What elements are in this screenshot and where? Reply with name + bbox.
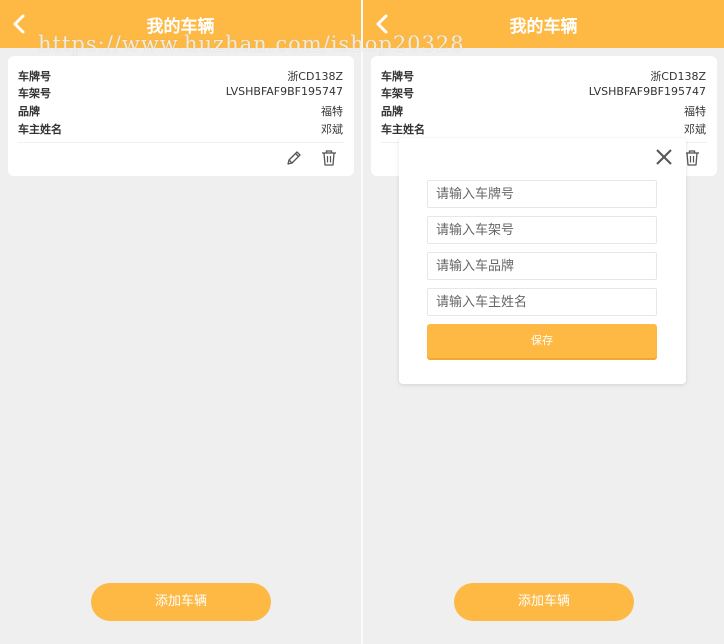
vin-value: LVSHBFAF9BF195747 <box>225 85 343 98</box>
row-owner: 车主姓名 邓斌 <box>381 119 706 137</box>
trash-icon[interactable] <box>319 148 339 168</box>
vin-label: 车架号 <box>381 87 414 100</box>
row-plate: 车牌号 浙CD138Z <box>381 66 706 84</box>
add-vehicle-button[interactable]: 添加车辆 <box>91 583 271 621</box>
vehicle-card: 车牌号 浙CD138Z 车架号 LVSHBFAF9BF195747 品牌 福特 … <box>8 56 354 176</box>
edit-vehicle-modal: 保存 <box>399 138 686 384</box>
close-icon[interactable] <box>653 146 675 168</box>
owner-value: 邓斌 <box>684 123 706 136</box>
row-vin: 车架号 LVSHBFAF9BF195747 <box>381 83 706 101</box>
brand-label: 品牌 <box>18 105 40 118</box>
vin-value: LVSHBFAF9BF195747 <box>588 85 706 98</box>
row-plate: 车牌号 浙CD138Z <box>18 66 343 84</box>
plate-label: 车牌号 <box>18 70 51 83</box>
brand-value: 福特 <box>684 105 706 118</box>
pencil-icon[interactable] <box>284 148 304 168</box>
edit-vehicle-screen: 我的车辆 车牌号 浙CD138Z 车架号 LVSHBFAF9BF195747 品… <box>363 0 724 644</box>
row-owner: 车主姓名 邓斌 <box>18 119 343 137</box>
plate-value: 浙CD138Z <box>287 70 343 83</box>
owner-value: 邓斌 <box>321 123 343 136</box>
owner-label: 车主姓名 <box>18 123 62 136</box>
plate-label: 车牌号 <box>381 70 414 83</box>
plate-value: 浙CD138Z <box>650 70 706 83</box>
owner-name-input[interactable] <box>427 288 657 316</box>
top-bar: 我的车辆 <box>363 0 724 48</box>
add-vehicle-button[interactable]: 添加车辆 <box>454 583 634 621</box>
top-bar: 我的车辆 <box>0 0 361 48</box>
brand-input[interactable] <box>427 252 657 280</box>
brand-value: 福特 <box>321 105 343 118</box>
page-title: 我的车辆 <box>146 17 215 37</box>
page-title: 我的车辆 <box>509 17 578 37</box>
plate-input[interactable] <box>427 180 657 208</box>
save-button[interactable]: 保存 <box>427 324 657 358</box>
row-vin: 车架号 LVSHBFAF9BF195747 <box>18 83 343 101</box>
row-brand: 品牌 福特 <box>381 101 706 119</box>
card-divider <box>18 142 344 143</box>
brand-label: 品牌 <box>381 105 403 118</box>
row-brand: 品牌 福特 <box>18 101 343 119</box>
owner-label: 车主姓名 <box>381 123 425 136</box>
vin-input[interactable] <box>427 216 657 244</box>
vehicle-list-screen: 我的车辆 车牌号 浙CD138Z 车架号 LVSHBFAF9BF195747 品… <box>0 0 361 644</box>
vin-label: 车架号 <box>18 87 51 100</box>
